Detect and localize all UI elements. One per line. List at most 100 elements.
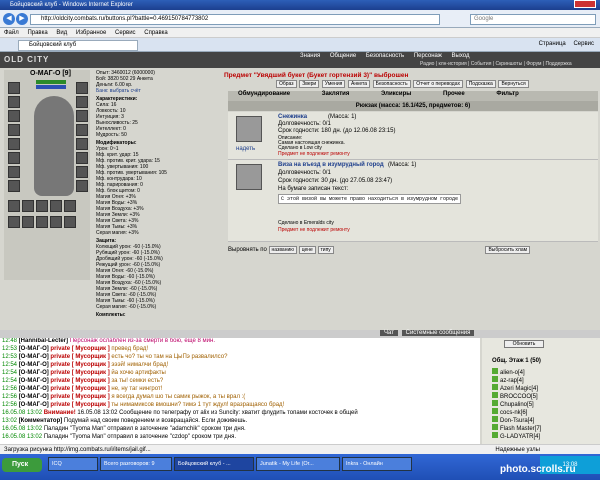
nav-security[interactable]: Безопасность <box>366 53 404 59</box>
chat-private[interactable]: private [ Мусорщик ] <box>50 346 109 352</box>
menu-edit[interactable]: Правка <box>27 30 47 36</box>
wear-link[interactable]: надеть <box>236 146 255 152</box>
amulet-slot[interactable] <box>8 96 20 108</box>
scroll-slot[interactable] <box>50 216 62 228</box>
filter-button[interactable]: Отчет о переводах <box>413 80 464 88</box>
chat-private[interactable]: private [ Мусорщик ] <box>50 362 109 368</box>
refresh-button[interactable]: Обновить <box>504 340 544 348</box>
chat-private[interactable]: private [ Мусорщик ] <box>50 394 109 400</box>
url-field[interactable]: http://oldcity.combats.ru/buttons.pl?bat… <box>30 14 440 25</box>
nav-character[interactable]: Персонаж <box>414 53 442 59</box>
scroll-slot[interactable] <box>50 200 62 212</box>
online-user[interactable]: az-rap[4] <box>492 376 524 384</box>
scroll-slot[interactable] <box>64 216 76 228</box>
bracer-slot[interactable] <box>76 124 88 136</box>
online-user[interactable]: Azeri Magic[4] <box>492 384 538 392</box>
filter-button[interactable]: Вернуться <box>498 80 529 88</box>
forward-icon[interactable]: ▶ <box>16 13 28 25</box>
filter-button[interactable]: Подсказка <box>465 80 496 88</box>
boots-slot[interactable] <box>76 152 88 164</box>
user-name[interactable]: G-LADYATR[4] <box>500 434 540 440</box>
taskbar-item[interactable]: Junatik - My Life (Or... <box>256 457 340 471</box>
nav-communication[interactable]: Общение <box>330 53 356 59</box>
weapon-slot[interactable] <box>8 110 20 122</box>
close-window-button[interactable] <box>574 0 596 8</box>
gloves-slot[interactable] <box>76 96 88 108</box>
chat-private[interactable]: private [ Мусорщик ] <box>50 402 109 408</box>
chat-private[interactable]: private [ Мусорщик ] <box>50 386 109 392</box>
tab-spells[interactable]: Заклятия <box>322 91 350 97</box>
nav-exit[interactable]: Выход <box>452 53 470 59</box>
chat-private[interactable]: private [ Мусорщик ] <box>50 378 109 384</box>
menu-help[interactable]: Справка <box>144 30 168 36</box>
chat-private[interactable]: private [ Мусорщик ] <box>50 354 109 360</box>
bank-link[interactable]: Банк: выбрать счёт <box>96 88 141 94</box>
game-subnav[interactable]: Радио | клн-история | События | Скриншот… <box>420 61 572 67</box>
tab-filter[interactable]: Фильтр <box>496 91 518 97</box>
chat-sender[interactable]: [О-МАГ-О] <box>19 402 49 408</box>
nav-knowledge[interactable]: Знания <box>300 53 320 59</box>
scroll-slot[interactable] <box>22 216 34 228</box>
scroll-slot[interactable] <box>36 216 48 228</box>
misc-slot[interactable] <box>76 166 88 178</box>
filter-button[interactable]: Анкета <box>348 80 370 88</box>
menu-file[interactable]: Файл <box>4 30 19 36</box>
tab-other[interactable]: Прочее <box>443 91 465 97</box>
chat-sender[interactable]: [О-МАГ-О] <box>19 354 49 360</box>
tab-chat[interactable]: Чат <box>380 330 398 336</box>
online-user[interactable]: Flash Master[7] <box>492 424 541 432</box>
start-button[interactable]: Пуск <box>2 458 42 472</box>
online-user[interactable]: BROCCOO[5] <box>492 392 538 400</box>
chat-private[interactable]: private [ Мусорщик ] <box>50 370 109 376</box>
tools-menu[interactable]: Сервис <box>573 41 594 47</box>
throw-junk-button[interactable]: Выбросить хлам <box>485 246 531 254</box>
page-menu[interactable]: Страница <box>539 41 566 47</box>
armor-slot[interactable] <box>8 124 20 136</box>
sort-by-name-button[interactable]: названию <box>268 246 298 254</box>
filter-button[interactable]: Образ <box>276 80 297 88</box>
chat-sender[interactable]: [О-МАГ-О] <box>19 386 49 392</box>
sort-by-price-button[interactable]: цене <box>298 246 316 254</box>
chat-sender[interactable]: [О-МАГ-О] <box>19 370 49 376</box>
chat-sender[interactable]: [О-МАГ-О] <box>19 378 49 384</box>
ring-slot[interactable] <box>8 166 20 178</box>
chat-sender[interactable]: [О-МАГ-О] <box>19 346 49 352</box>
tab-equipment[interactable]: Обмундирование <box>238 91 290 97</box>
belt-slot[interactable] <box>8 138 20 150</box>
scroll-slot[interactable] <box>36 200 48 212</box>
scroll-slot[interactable] <box>8 216 20 228</box>
filter-button[interactable]: Умения <box>321 80 346 88</box>
online-user[interactable]: alien-o[4] <box>492 368 525 376</box>
taskbar-item[interactable]: Inkra - Онлайн <box>342 457 412 471</box>
ring-slot[interactable] <box>8 152 20 164</box>
menu-view[interactable]: Вид <box>56 30 67 36</box>
menu-tools[interactable]: Сервис <box>115 30 136 36</box>
scroll-slot[interactable] <box>22 200 34 212</box>
back-icon[interactable]: ◀ <box>3 13 15 25</box>
browser-tab[interactable]: Бойцовский клуб <box>18 40 138 51</box>
online-user[interactable]: G-LADYATR[4] <box>492 432 540 440</box>
taskbar-item[interactable]: ICQ <box>48 457 98 471</box>
pants-slot[interactable] <box>76 138 88 150</box>
tab-system-messages[interactable]: Системные сообщения <box>401 330 475 336</box>
chat-sender[interactable]: [Hannibal-Lecter] <box>19 338 68 344</box>
taskbar-item[interactable]: Всего разговоров: 9 <box>100 457 172 471</box>
chat-sender[interactable]: [О-МАГ-О] <box>19 362 49 368</box>
menu-favorites[interactable]: Избранное <box>76 30 106 36</box>
filter-button[interactable]: Звери <box>299 80 320 88</box>
shield-slot[interactable] <box>76 110 88 122</box>
ring-slot[interactable] <box>8 180 20 192</box>
chat-sender[interactable]: [Комментатор] <box>19 418 63 424</box>
misc-slot[interactable] <box>76 180 88 192</box>
tab-elixirs[interactable]: Эликсиры <box>381 91 411 97</box>
scroll-slot[interactable] <box>64 200 76 212</box>
online-user[interactable]: Don-Tsura[4] <box>492 416 534 424</box>
scroll-slot[interactable] <box>8 200 20 212</box>
sort-by-type-button[interactable]: типу <box>317 246 334 254</box>
online-user[interactable]: cocs-nk[6] <box>492 408 527 416</box>
earring-slot[interactable] <box>76 82 88 94</box>
helmet-slot[interactable] <box>8 82 20 94</box>
chat-sender[interactable]: [О-МАГ-О] <box>19 394 49 400</box>
search-input[interactable]: Google <box>470 14 596 25</box>
taskbar-item[interactable]: Бойцовский клуб - ... <box>174 457 254 471</box>
